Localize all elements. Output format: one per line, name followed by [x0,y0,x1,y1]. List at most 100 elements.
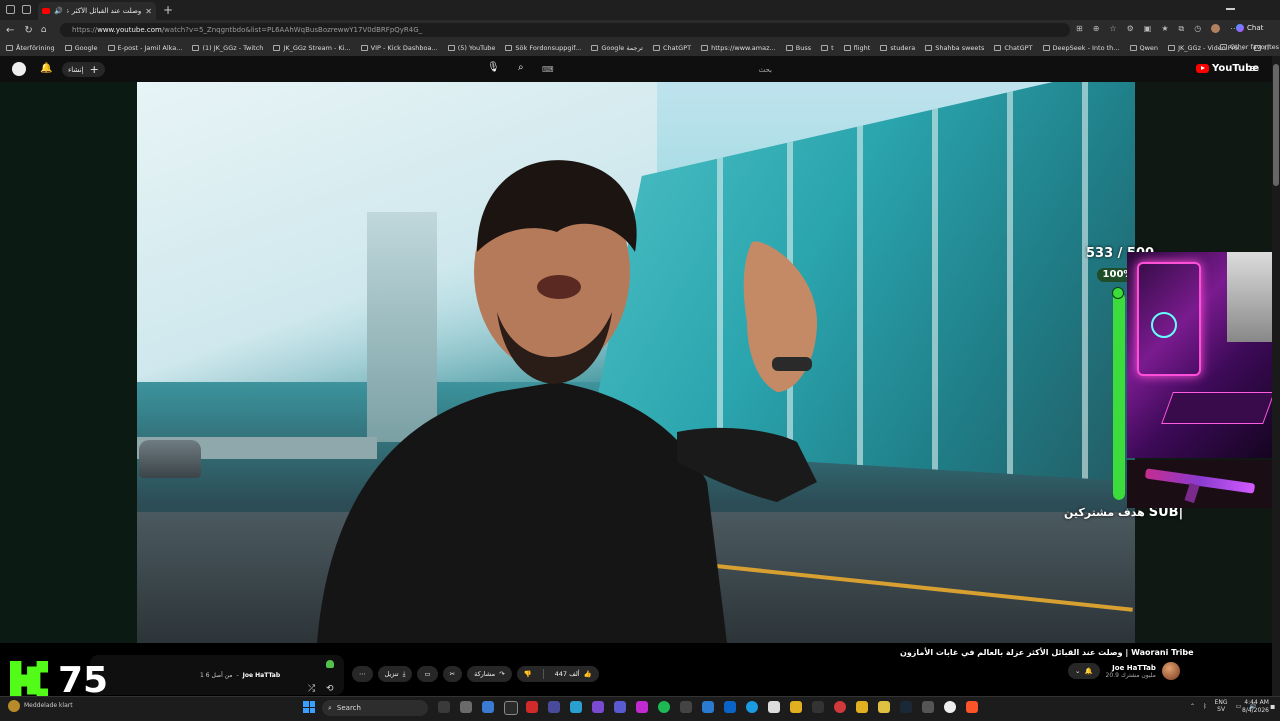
bookmark-item[interactable]: Shahba sweets [925,44,984,52]
playlist-channel[interactable]: Joe HaTTab [243,672,280,679]
tray-overflow-icon[interactable]: ⌃ [1190,703,1195,710]
channel-avatar[interactable] [1161,662,1180,680]
bookmark-item[interactable]: t [821,44,834,52]
taskbar-search[interactable]: ⌕ Search [322,700,428,716]
split-icon[interactable]: ⧉ [1178,24,1184,34]
app-icon[interactable] [790,701,802,713]
new-tab-button[interactable]: + [163,3,173,17]
app-icon[interactable] [592,701,604,713]
bookmark-item[interactable]: (1) JK_GGz - Twitch [192,44,263,52]
bookmark-item[interactable]: ChatGPT [994,44,1033,52]
steam-icon[interactable] [900,701,912,713]
keyboard-icon[interactable]: ⌨ [542,65,554,74]
zoom-icon[interactable]: ⊕ [1093,24,1100,34]
app-icon[interactable] [570,701,582,713]
other-favorites[interactable]: Other favorites [1220,43,1279,51]
loop-icon[interactable]: ⟲ [326,684,334,694]
more-actions-button[interactable]: ⋯ [352,666,373,682]
copilot-chat-button[interactable]: Chat [1236,24,1263,32]
app-icon[interactable] [548,701,560,713]
channel-avatar-small[interactable] [12,62,26,76]
page-scrollbar-thumb[interactable] [1273,64,1279,186]
app-icon[interactable] [460,701,472,713]
brave-browser-icon[interactable] [966,701,978,713]
start-windows-icon[interactable] [303,701,315,713]
speaker-icon[interactable]: 🔊 [54,7,63,15]
bookmark-item[interactable]: https://www.amaz... [701,44,776,52]
refresh-icon[interactable]: ↻ [24,25,32,36]
bookmark-item[interactable]: (5) YouTube [447,44,495,52]
weather-icon[interactable] [8,700,20,712]
app-icon[interactable] [636,701,648,713]
tab-active[interactable]: 🔊 وصلت عند القبائل الأكثر عزلة ... ✕ [38,2,156,20]
channel-name[interactable]: Joe HaTTab [1106,664,1156,672]
like-button[interactable]: 447 ألف 👍 [548,670,599,678]
language-indicator[interactable]: ENG SV [1215,699,1228,713]
bookmark-item[interactable]: Google ترجمة [591,44,643,52]
tab-actions-icon[interactable] [22,5,31,14]
bookmark-item[interactable]: VIP - Kick Dashboa... [360,44,438,52]
file-explorer-icon[interactable] [878,701,890,713]
mail-icon[interactable] [724,701,736,713]
profile-avatar[interactable] [1211,24,1221,33]
app-icon[interactable] [768,701,780,713]
taskbar-clock[interactable]: 4:44 AM 8/4/2026 [1242,699,1269,715]
extensions-icon[interactable]: ⚙ [1127,24,1134,34]
app-icon[interactable] [834,701,846,713]
app-icon[interactable] [482,701,494,713]
app-icon[interactable] [614,701,626,713]
bookmark-item[interactable]: Google [64,44,98,52]
bluetooth-icon[interactable]: ᛒ [1203,703,1207,710]
bookmark-item[interactable]: Qwen [1129,44,1158,52]
taskbar-widget-text[interactable]: Meddelade klart [24,702,73,709]
video-player[interactable] [137,82,1135,643]
app-icon[interactable] [702,701,714,713]
share-button[interactable]: مشاركة ↷ [467,666,512,682]
spotify-icon[interactable] [658,701,670,713]
dislike-button[interactable]: 👎 [517,670,539,678]
back-icon[interactable]: ← [6,25,14,36]
notifications-icon[interactable]: ▪ [1270,702,1275,711]
subscribed-button[interactable]: ⌄ 🔔 [1068,663,1100,679]
minimize-icon[interactable] [1226,8,1235,10]
close-tab-icon[interactable]: ✕ [145,7,152,16]
home-icon[interactable]: ⌂ [41,25,47,35]
history-icon[interactable]: ◷ [1194,24,1201,34]
app-icon[interactable] [944,701,956,713]
favorites-icon[interactable]: ★ [1161,24,1168,34]
edge-browser-icon[interactable] [746,701,758,713]
bookmark-item[interactable]: Återförining [6,44,55,52]
bookmark-item[interactable]: studera [880,44,915,52]
app-icon[interactable] [504,701,518,715]
app-icon[interactable] [680,701,692,713]
bookmark-item[interactable]: ChatGPT [652,44,691,52]
network-icon[interactable]: ▭ [1236,703,1242,710]
task-view-icon[interactable] [438,701,450,713]
hamburger-menu-icon[interactable]: ≡ [1249,62,1258,75]
create-button[interactable]: إنشاء + [62,62,105,77]
bookmark-item[interactable]: E-post - Jamil Alka... [107,44,182,52]
address-field[interactable]: https://www.youtube.com/watch?v=5_Znqgnt… [60,23,1070,37]
notifications-bell-icon[interactable]: 🔔 [40,63,52,74]
save-button[interactable]: ▭ [417,666,438,682]
share-label: مشاركة [474,670,496,678]
favorite-star-icon[interactable]: ☆ [1109,24,1116,34]
bookmark-item[interactable]: Sök Fordonsuppgif... [505,44,581,52]
app-icon[interactable] [526,701,538,713]
search-icon[interactable]: ⌕ [518,62,524,73]
download-button[interactable]: تنزيل ⤓ [377,666,413,682]
bookmark-item[interactable]: Buss [785,44,811,52]
bookmark-item[interactable]: DeepSeek - Into th... [1042,44,1120,52]
bookmark-item[interactable]: flight [843,44,870,52]
collections-icon[interactable]: ▣ [1144,24,1152,34]
window-menu-icon[interactable] [6,5,15,14]
voice-search-mic-icon[interactable]: 🎙 [487,62,500,73]
translate-icon[interactable]: ⊞ [1076,24,1083,34]
clip-button[interactable]: ✂ [442,666,463,682]
app-icon[interactable] [922,701,934,713]
bookmark-item[interactable]: JK_GGz Stream - Ki... [273,44,351,52]
shuffle-icon[interactable]: ⤮ [308,684,315,694]
app-icon[interactable] [856,701,868,713]
app-icon[interactable] [812,701,824,713]
search-input[interactable]: ⌨ بحث [534,62,780,77]
